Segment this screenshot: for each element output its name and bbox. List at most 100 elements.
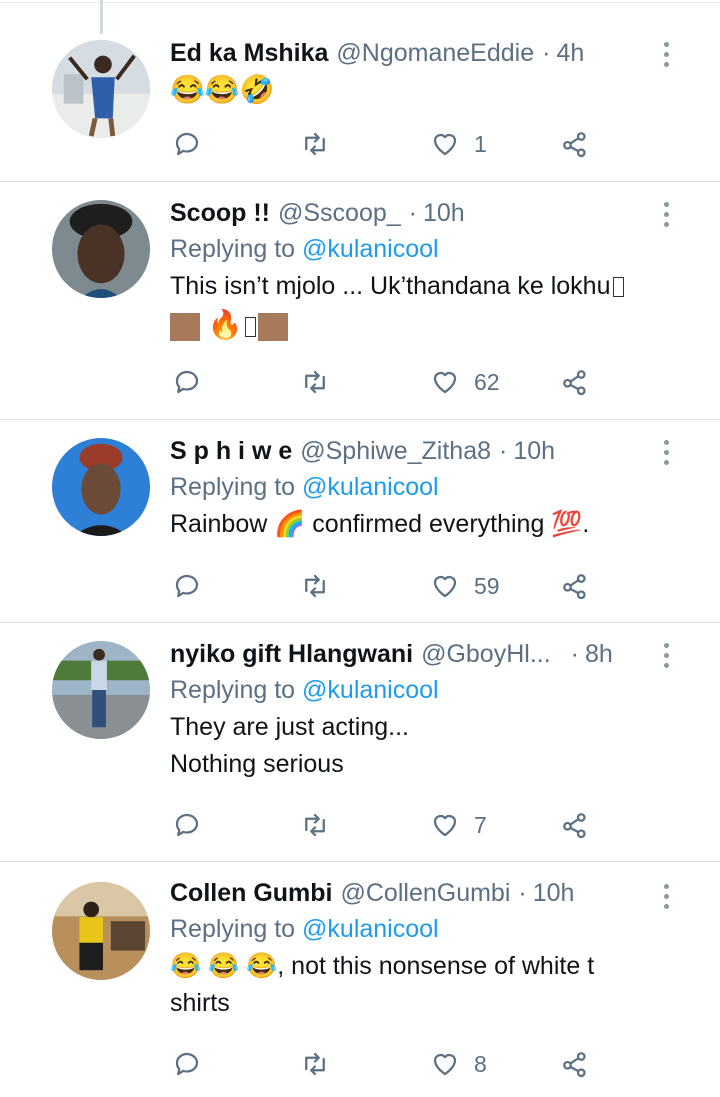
tweet[interactable]: Scoop !! @Sscoop_ · 10h Replying to @kul… [0,182,720,420]
like-button[interactable]: 62 [430,362,500,402]
retweet-button[interactable] [300,805,330,845]
user-handle[interactable]: @NgomaneEddie [336,36,534,70]
display-name[interactable]: Scoop !! [170,196,270,230]
avatar[interactable] [52,882,150,980]
user-handle[interactable]: @GboyHl... [421,637,551,671]
reply-icon [175,574,199,598]
retweet-icon [305,132,325,156]
reply-icon [175,132,199,156]
more-options-icon[interactable] [662,440,670,465]
heart-icon [433,371,457,394]
share-button[interactable] [560,1044,590,1084]
like-count: 59 [474,572,500,599]
avatar-image [52,200,150,298]
retweet-button[interactable] [300,566,330,606]
heart-icon [433,814,457,837]
separator-dot: · [570,640,579,668]
more-options-icon[interactable] [662,884,670,909]
more-options-icon[interactable] [662,643,670,668]
timestamp[interactable]: 10h [533,876,575,910]
replying-to: Replying to @kulanicool [170,671,650,709]
tweet-header: nyiko gift Hlangwani @GboyHl... · 8h [170,637,650,671]
fire-emoji: 🔥 [207,309,243,340]
like-count: 7 [474,811,487,838]
tweet-text: Rainbow 🌈 confirmed everything 💯. [170,510,590,538]
mention-link[interactable]: @kulanicool [302,676,439,704]
top-divider [0,2,720,3]
share-icon [563,1052,586,1078]
user-handle[interactable]: @Sphiwe_Zitha8 [300,434,491,468]
like-count: 62 [474,368,500,395]
tweet-actions: 59 [170,566,600,606]
more-options-icon[interactable] [662,42,670,67]
tweet[interactable]: Ed ka Mshika @NgomaneEddie · 4h 😂😂🤣 1 [0,4,720,182]
missing-glyph [612,277,624,298]
reply-button[interactable] [172,362,202,402]
user-handle[interactable]: @Sscoop_ [278,196,401,230]
display-name[interactable]: S p h i w e [170,434,292,468]
timestamp[interactable]: 10h [513,434,555,468]
reply-icon [175,370,199,394]
retweet-button[interactable] [300,362,330,402]
avatar[interactable] [52,40,150,138]
share-button[interactable] [560,805,590,845]
tweet[interactable]: S p h i w e @Sphiwe_Zitha8 · 10h Replyin… [0,420,720,623]
tweet-text-line: Nothing serious [170,750,344,778]
reply-button[interactable] [172,1044,202,1084]
share-button[interactable] [560,362,590,402]
heart-icon [433,133,457,156]
reply-icon [175,1052,199,1076]
tweet-text-line: shirts [170,989,230,1017]
like-button[interactable]: 7 [430,805,487,845]
tweet-header: Scoop !! @Sscoop_ · 10h [170,196,650,230]
retweet-icon [305,813,325,837]
user-handle[interactable]: @CollenGumbi [341,876,511,910]
like-button[interactable]: 8 [430,1044,487,1084]
skin-tone-swatch [257,312,288,341]
heart-icon [433,575,457,598]
emoji-line: 🔥 [170,305,650,345]
reply-button[interactable] [172,805,202,845]
like-count: 1 [474,130,487,157]
display-name[interactable]: nyiko gift Hlangwani [170,637,413,671]
like-button[interactable]: 59 [430,566,500,606]
tweet[interactable]: Collen Gumbi @CollenGumbi · 10h Replying… [0,862,720,1097]
replying-prefix: Replying to [170,676,296,704]
timestamp[interactable]: 8h [585,637,613,671]
retweet-icon [305,574,325,598]
timestamp[interactable]: 4h [556,36,584,70]
like-button[interactable]: 1 [430,124,487,164]
display-name[interactable]: Ed ka Mshika [170,36,328,70]
avatar-image [52,40,150,138]
avatar[interactable] [52,641,150,739]
tweet-header: S p h i w e @Sphiwe_Zitha8 · 10h [170,434,650,468]
display-name[interactable]: Collen Gumbi [170,876,333,910]
tweet[interactable]: nyiko gift Hlangwani @GboyHl... · 8h Rep… [0,623,720,862]
separator-dot: · [542,39,551,67]
mention-link[interactable]: @kulanicool [302,235,439,263]
avatar[interactable] [52,200,150,298]
share-button[interactable] [560,566,590,606]
replying-to: Replying to @kulanicool [170,468,650,506]
timestamp[interactable]: 10h [423,196,465,230]
tweet-header: Collen Gumbi @CollenGumbi · 10h [170,876,650,910]
reply-button[interactable] [172,566,202,606]
share-button[interactable] [560,124,590,164]
tweet-actions: 8 [170,1044,600,1084]
replying-to: Replying to @kulanicool [170,230,650,268]
more-options-icon[interactable] [662,202,670,227]
avatar-image [52,882,150,980]
retweet-button[interactable] [300,1044,330,1084]
mention-link[interactable]: @kulanicool [302,915,439,943]
reply-icon [175,813,199,837]
retweet-button[interactable] [300,124,330,164]
avatar[interactable] [52,438,150,536]
avatar-image [52,438,150,536]
tweet-header: Ed ka Mshika @NgomaneEddie · 4h [170,36,650,70]
avatar-image [52,641,150,739]
share-icon [563,574,586,600]
tweet-text-line: They are just acting... [170,713,410,741]
mention-link[interactable]: @kulanicool [302,473,439,501]
retweet-icon [305,370,325,394]
reply-button[interactable] [172,124,202,164]
